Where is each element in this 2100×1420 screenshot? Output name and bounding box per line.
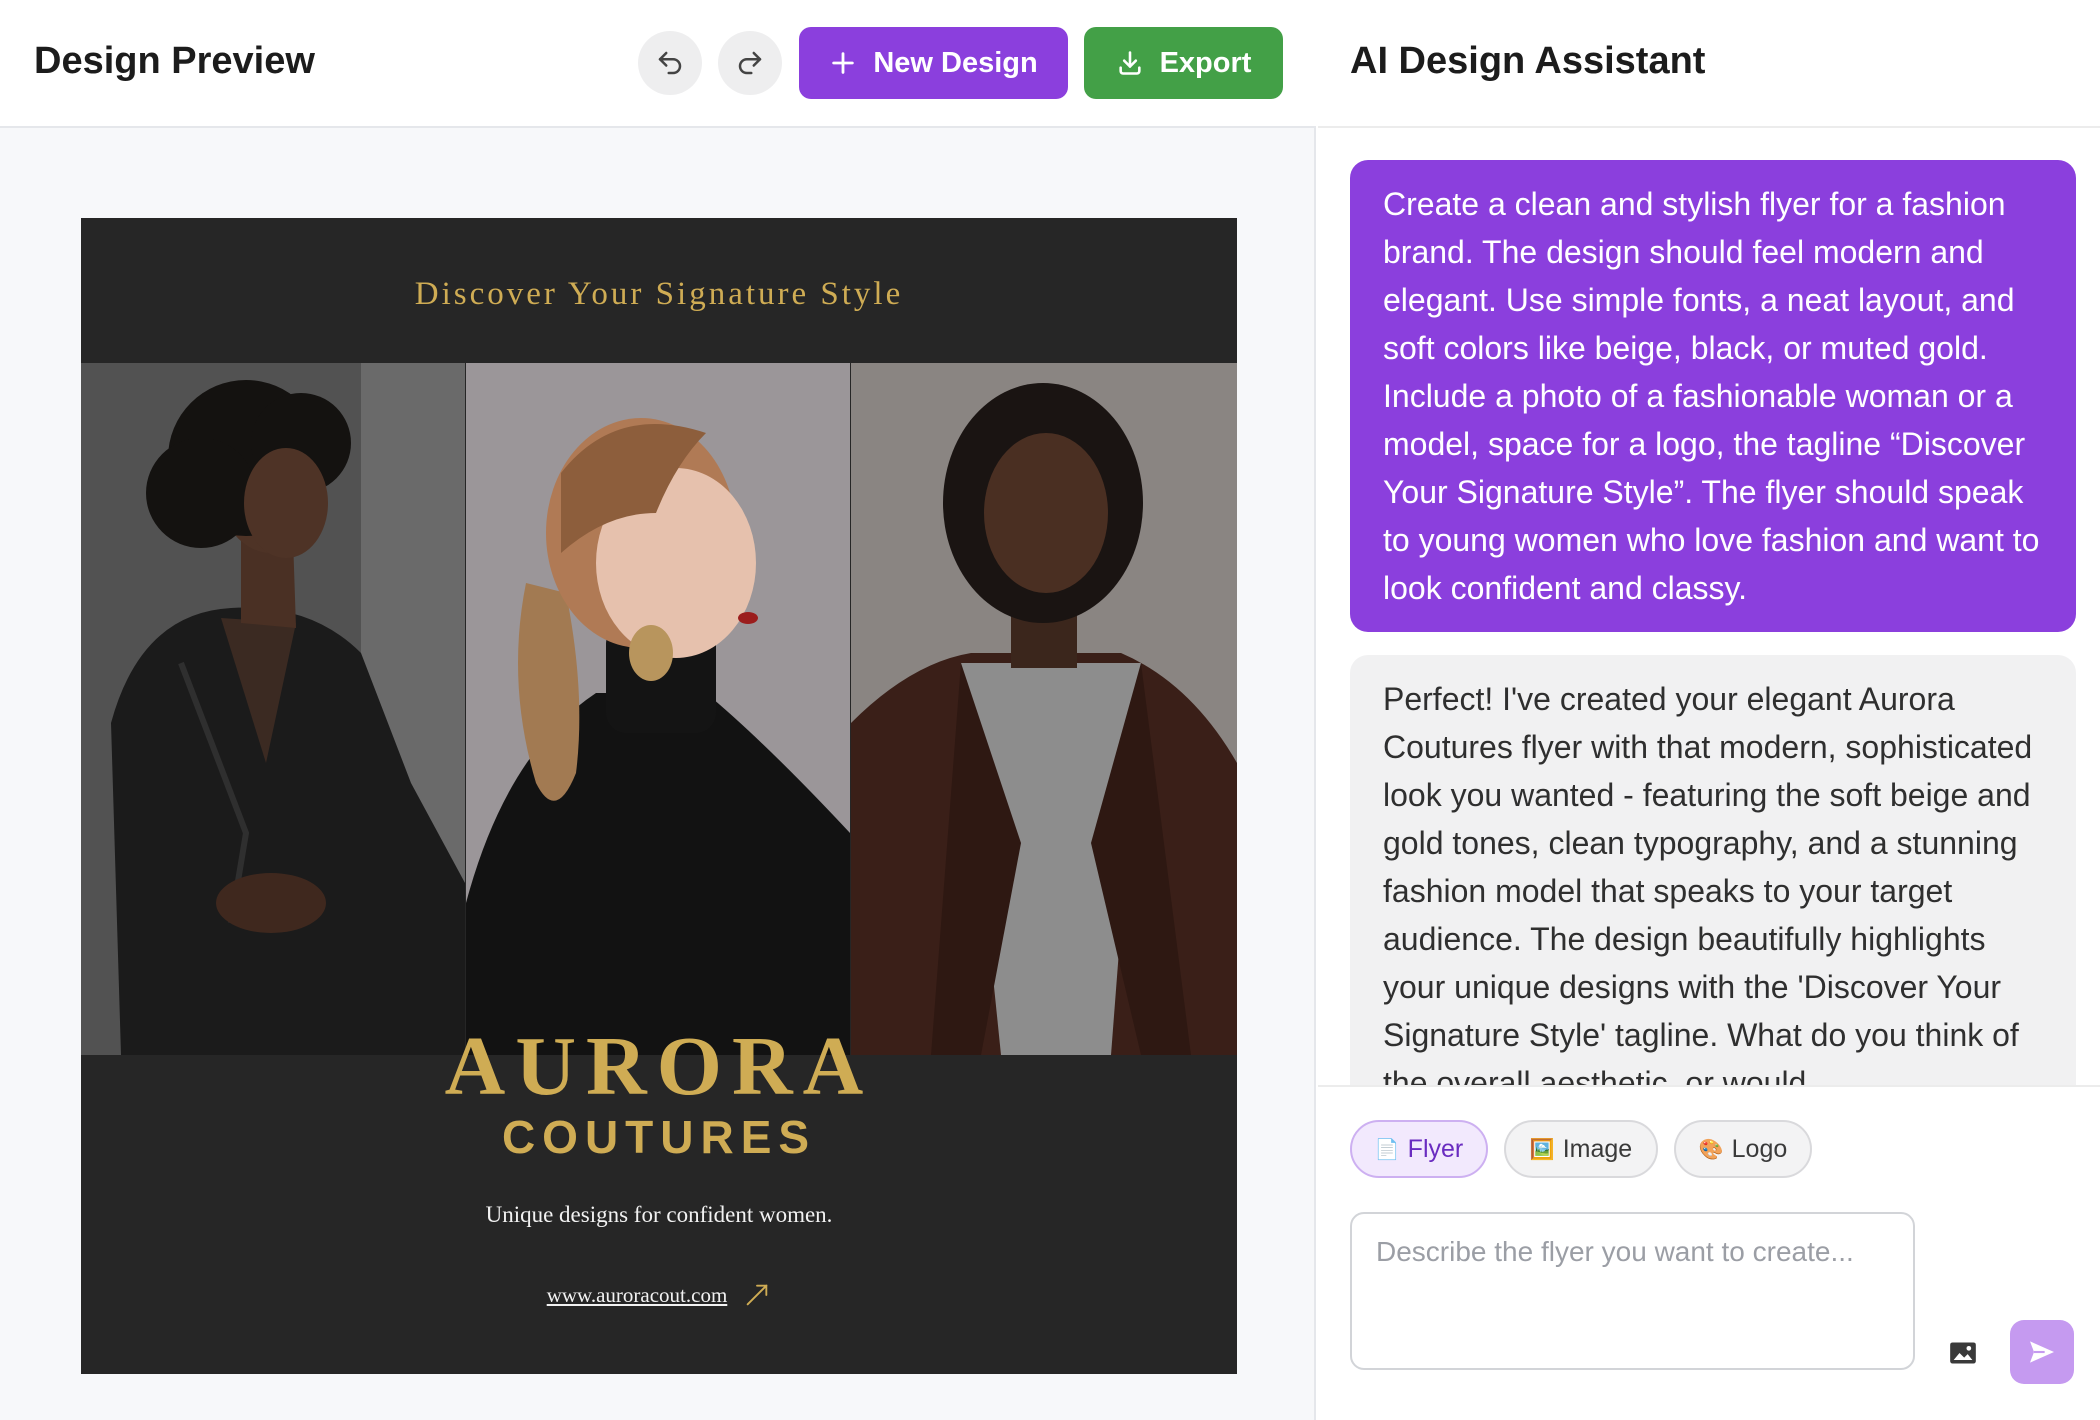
mode-chip-label: Image — [1562, 1134, 1633, 1163]
assistant-message: Perfect! I've created your elegant Auror… — [1350, 655, 2076, 1086]
arrow-up-right-icon — [747, 1284, 768, 1306]
mode-chip-label: Flyer — [1407, 1134, 1464, 1163]
mode-chip-logo[interactable]: 🎨 Logo — [1674, 1120, 1812, 1178]
brand-name-secondary: COUTURES — [501, 1111, 817, 1163]
attach-image-button[interactable] — [1946, 1338, 1980, 1368]
prompt-input[interactable] — [1350, 1212, 1915, 1370]
flyer-canvas[interactable]: Discover Your Signature Style AURORA COU… — [81, 218, 1237, 1374]
flyer-url: www.auroracout.com — [546, 1282, 728, 1307]
model-photo-3 — [851, 363, 1237, 1055]
chat-divider — [1318, 1085, 2100, 1087]
brand-name-primary: AURORA — [444, 1020, 874, 1113]
chat-thread[interactable]: Create a clean and stylish flyer for a f… — [1318, 128, 2100, 1086]
flyer-tagline: Discover Your Signature Style — [414, 276, 904, 312]
preview-header: Design Preview New Design Export — [0, 0, 1316, 128]
mode-chip-flyer[interactable]: 📄 Flyer — [1350, 1120, 1488, 1178]
mode-chip-image[interactable]: 🖼️ Image — [1504, 1120, 1658, 1178]
model-photo-2 — [466, 363, 850, 1055]
preview-title: Design Preview — [34, 40, 315, 82]
picture-icon: 🖼️ — [1529, 1138, 1555, 1161]
model-photo-1 — [81, 363, 465, 1055]
export-label: Export — [1159, 46, 1252, 79]
assistant-header: AI Design Assistant — [1318, 0, 2100, 128]
mode-chip-label: Logo — [1731, 1134, 1788, 1163]
assistant-pane: AI Design Assistant Create a clean and s… — [1318, 0, 2100, 1420]
redo-icon — [738, 51, 762, 75]
document-icon: 📄 — [1374, 1138, 1400, 1161]
send-icon — [2030, 1341, 2054, 1363]
assistant-title: AI Design Assistant — [1350, 40, 1706, 82]
redo-button[interactable] — [718, 31, 782, 95]
image-icon — [1950, 1342, 1976, 1364]
flyer-subtitle: Unique designs for confident women. — [485, 1202, 833, 1227]
new-design-button[interactable]: New Design — [799, 27, 1068, 99]
flyer-url-row: www.auroracout.com — [81, 1281, 1237, 1309]
user-message: Create a clean and stylish flyer for a f… — [1350, 160, 2076, 632]
palette-icon: 🎨 — [1698, 1138, 1724, 1161]
undo-icon — [658, 51, 682, 75]
plus-icon — [832, 52, 855, 74]
undo-button[interactable] — [638, 31, 702, 95]
export-button[interactable]: Export — [1084, 27, 1283, 99]
new-design-label: New Design — [873, 46, 1038, 79]
download-icon — [1118, 51, 1141, 75]
send-button[interactable] — [2010, 1320, 2074, 1384]
design-preview-pane: Design Preview New Design Export Discove… — [0, 0, 1316, 1420]
